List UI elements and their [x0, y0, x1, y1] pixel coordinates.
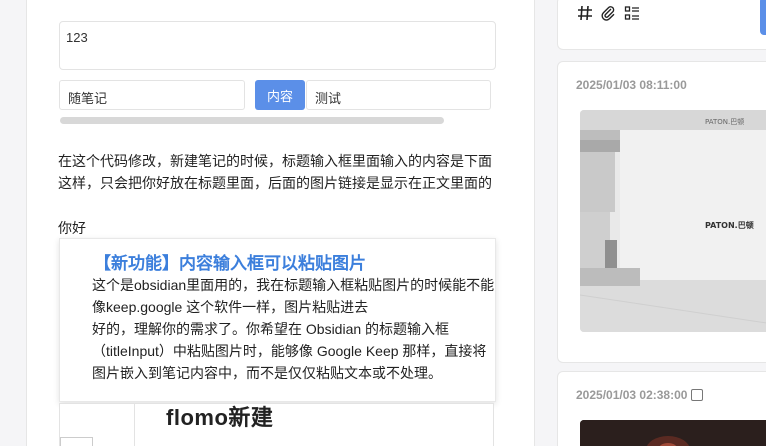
preview-panel: flomo新建: [59, 403, 494, 446]
fields-row: 随笔记 内容 测试: [59, 80, 491, 110]
card-date: 2025/01/03 08:11:00: [576, 78, 687, 92]
popup-text: 这个是obsidian里面用的，我在标题输入框粘贴图片的时候能不能 像keep.…: [92, 274, 495, 384]
popup-line: 这个是obsidian里面用的，我在标题输入框粘贴图片的时候能不能: [92, 277, 495, 293]
photo-sign-wall: PATON.巴顿: [705, 220, 754, 230]
body-text: 在这个代码修改，新建笔记的时候，标题输入框里面输入的内容是下面这样，只会把你好放…: [58, 153, 492, 191]
preview-title: flomo新建: [166, 405, 274, 430]
paperclip-icon[interactable]: [600, 5, 616, 26]
photo-sign-top: PATON.巴顿: [705, 117, 744, 126]
note-card[interactable]: 2025/01/03 08:11:00 PATON.巴顿 PATON.巴顿: [557, 61, 766, 363]
horizontal-scrollbar[interactable]: [60, 117, 444, 124]
checkbox-icon[interactable]: [691, 389, 704, 401]
list-icon[interactable]: [624, 5, 640, 26]
card-photo-dark[interactable]: [580, 420, 766, 446]
embedded-note-popup: 【新功能】内容输入框可以粘贴图片 这个是obsidian里面用的，我在标题输入框…: [59, 238, 496, 402]
note-editor: 123 随笔记 内容 测试 在这个代码修改，新建笔记的时候，标题输入框里面输入的…: [27, 0, 535, 446]
hash-icon[interactable]: [577, 5, 593, 26]
note-card[interactable]: 2025/01/03 02:38:00: [557, 371, 766, 446]
category-field[interactable]: 随笔记: [59, 80, 245, 110]
hello-text: 你好: [58, 220, 86, 236]
card-photo[interactable]: PATON.巴顿 PATON.巴顿: [580, 110, 766, 332]
card-date: 2025/01/03 02:38:00: [576, 388, 704, 402]
right-sidebar: 2025/01/03 08:11:00 PATON.巴顿 PATON.巴顿 20…: [535, 0, 766, 446]
primary-action-button[interactable]: [760, 0, 766, 35]
popup-line: 图片嵌入到笔记内容中，而不是仅仅粘贴文本或不处理。: [92, 365, 442, 381]
card-date-text: 2025/01/03 02:38:00: [576, 388, 688, 402]
preview-box: [60, 437, 93, 446]
tag-field[interactable]: 测试: [306, 80, 491, 110]
left-gutter: [0, 0, 27, 446]
popup-line: 像keep.google 这个软件一样，图片粘贴进去: [92, 299, 369, 315]
popup-line: 好的，理解你的需求了。你希望在 Obsidian 的标题输入框: [92, 321, 450, 337]
title-input[interactable]: 123: [59, 21, 496, 70]
toolbar-card: [557, 0, 766, 50]
app-window: 123 随笔记 内容 测试 在这个代码修改，新建笔记的时候，标题输入框里面输入的…: [0, 0, 766, 446]
preview-sidebar: [60, 404, 135, 446]
popup-line: （titleInput）中粘贴图片时，能够像 Google Keep 那样，直接…: [92, 343, 487, 359]
content-button[interactable]: 内容: [255, 80, 305, 110]
popup-title[interactable]: 【新功能】内容输入框可以粘贴图片: [94, 249, 366, 274]
